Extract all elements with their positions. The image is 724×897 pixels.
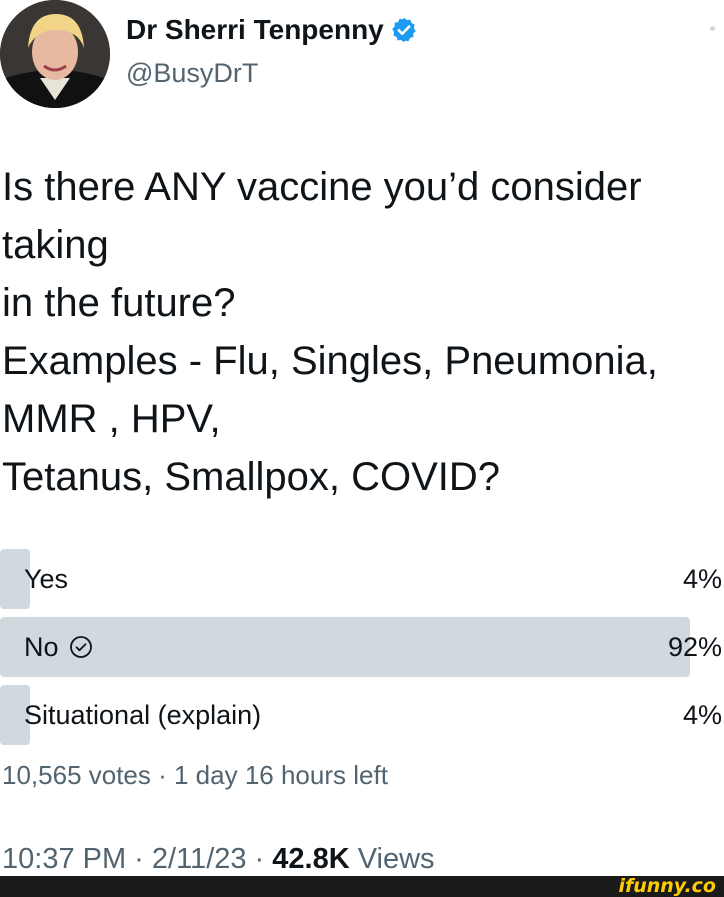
timestamp-date[interactable]: 10:37 PM · 2/11/23 ·: [2, 843, 272, 875]
poll-option-no: No 92%: [0, 617, 724, 677]
poll-option-label: No: [24, 632, 59, 662]
tweet-text: Is there ANY vaccine you’d consider taki…: [2, 165, 658, 499]
views-count: 42.8K: [272, 843, 350, 875]
more-options-icon[interactable]: [710, 26, 715, 31]
tweet-timestamp: 10:37 PM · 2/11/23 · 42.8K Views: [2, 843, 435, 876]
watermark-logo: ifunny.co: [618, 875, 716, 897]
poll-meta: 10,565 votes · 1 day 16 hours left: [2, 760, 388, 790]
author-name-row: Dr Sherri Tenpenny: [126, 14, 418, 46]
verified-badge-icon: [390, 16, 418, 44]
avatar[interactable]: [0, 0, 110, 108]
poll-option-yes: Yes 4%: [0, 549, 724, 609]
avatar-image: [0, 0, 110, 108]
views-label: Views: [349, 843, 435, 875]
watermark-bar: ifunny.co: [0, 876, 724, 897]
author-handle[interactable]: @BusyDrT: [126, 58, 258, 89]
poll-option-label: Yes: [24, 564, 69, 594]
poll-option-label: Situational (explain): [24, 700, 262, 730]
poll-bar: [0, 617, 690, 677]
poll-option-percent: 4%: [682, 700, 722, 730]
author-name[interactable]: Dr Sherri Tenpenny: [126, 14, 384, 46]
check-circle-icon: [69, 635, 93, 659]
poll-option-label-row: No: [24, 617, 93, 677]
poll-option-percent: 4%: [682, 564, 722, 594]
poll-option-situational: Situational (explain) 4%: [0, 685, 724, 745]
poll-option-percent: 92%: [667, 632, 722, 662]
